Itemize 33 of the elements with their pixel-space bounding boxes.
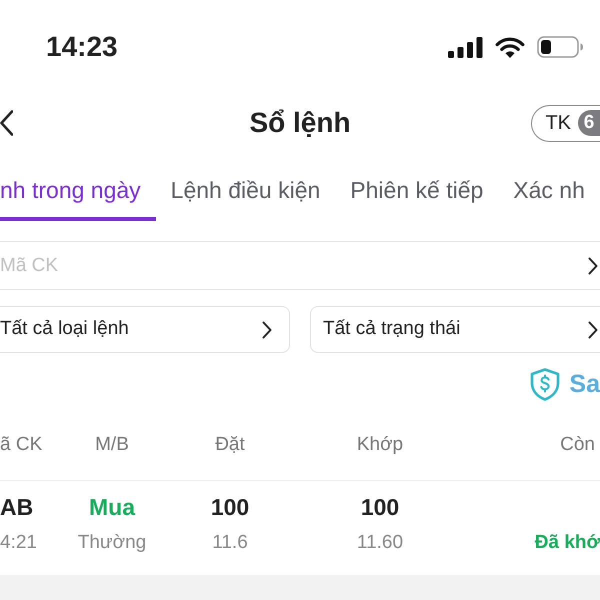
symbol-input-field[interactable]: Mã CK (0, 242, 588, 289)
filter-dropdown[interactable]: Tất cả trạng thái (310, 306, 600, 353)
matched-price: 11.60 (356, 531, 404, 555)
column-header: Khớp (356, 432, 404, 457)
filter-dropdown[interactable]: Tất cả loại lệnh (0, 306, 290, 353)
account-button[interactable]: TK 6 (531, 104, 600, 142)
tab[interactable]: Lệnh điều kiện (156, 175, 336, 221)
chevron-right-icon (588, 256, 598, 274)
count-badge: 6 (578, 110, 600, 136)
matched-quantity: 100 (360, 493, 400, 522)
shield-dollar-icon (530, 368, 560, 401)
back-icon[interactable] (0, 110, 13, 136)
status-text: Đã khớ (534, 531, 600, 555)
column-header: M/B (94, 432, 130, 457)
page-title: Sổ lệnh (249, 106, 351, 140)
order-type: Thường (78, 531, 146, 555)
order-time: 4:21 (0, 531, 37, 555)
order-quantity: 100 (210, 493, 250, 522)
tab[interactable]: Phiên kế tiếp (335, 175, 498, 221)
chevron-right-icon (588, 320, 598, 338)
column-header: ã CK (0, 432, 44, 457)
battery-icon (537, 36, 584, 58)
wifi-icon (495, 36, 525, 58)
tab[interactable]: Xác nh (498, 175, 600, 221)
chevron-right-icon (262, 320, 272, 338)
side-text: Mua (89, 493, 135, 522)
tab[interactable]: nh trong ngày (0, 175, 156, 221)
order-price: 11.6 (212, 531, 248, 555)
column-header: Đặt (214, 432, 246, 457)
symbol-text: AB (0, 493, 34, 522)
column-header: Còn (559, 432, 596, 457)
status-time: 14:23 (46, 30, 118, 64)
signal-icon (448, 36, 483, 58)
